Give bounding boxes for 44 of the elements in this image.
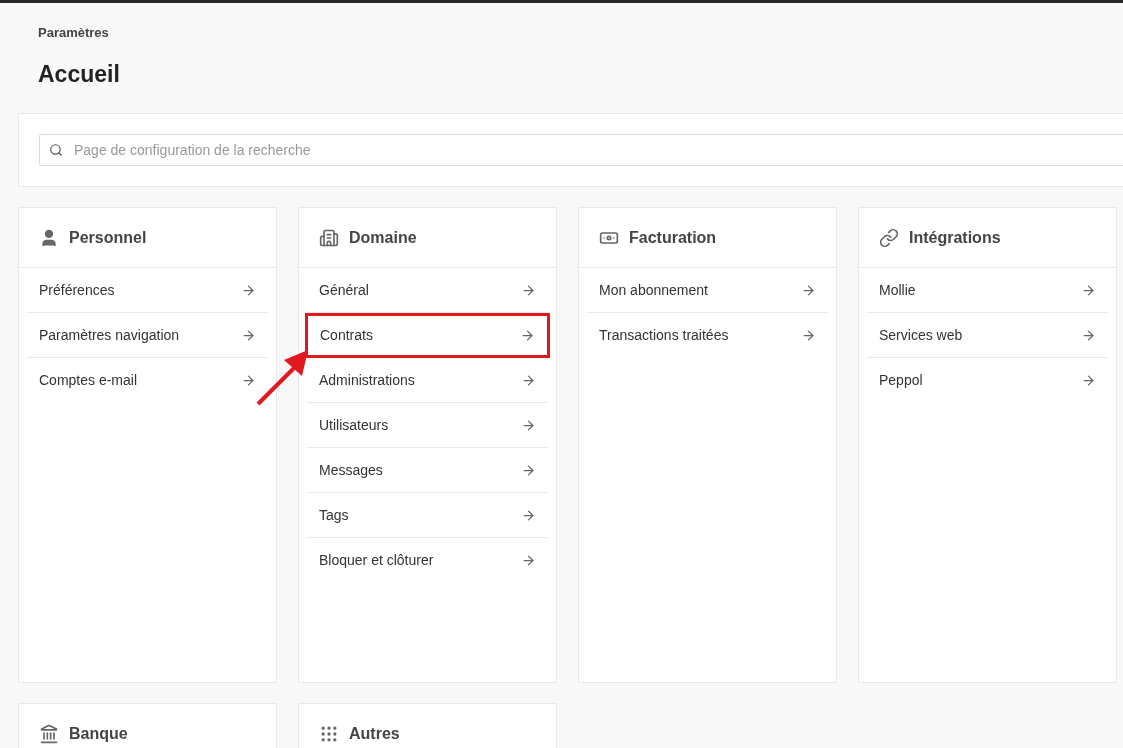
arrow-right-icon [521,417,536,433]
settings-link[interactable]: Utilisateurs [307,403,548,448]
arrow-right-icon [241,282,256,298]
arrow-right-icon [521,282,536,298]
building-icon [319,227,339,248]
search-field[interactable]: Page de configuration de la recherche [39,134,1123,166]
settings-link[interactable]: Paramètres navigation [27,313,268,358]
settings-link[interactable]: Transactions traitées [587,313,828,358]
section-title: Autres [349,723,400,744]
arrow-right-icon [1081,327,1096,343]
settings-link[interactable]: Contrats [305,313,550,358]
link-icon [879,227,899,248]
section-title: Personnel [69,227,147,248]
settings-link[interactable]: Mollie [867,268,1108,313]
page-title: Accueil [38,59,121,89]
settings-link[interactable]: Services web [867,313,1108,358]
arrow-right-icon [1081,373,1096,388]
arrow-right-icon [520,328,535,343]
arrow-right-icon [521,372,536,388]
arrow-right-icon [801,328,816,343]
arrow-right-icon [521,462,536,478]
arrow-right-icon [801,282,816,298]
section-title: Facturation [629,227,717,248]
section-title: Intégrations [909,227,1001,248]
breadcrumb: Paramètres [38,24,110,42]
settings-link[interactable]: Messages [307,448,548,493]
section-title: Banque [69,723,128,744]
settings-link[interactable]: Peppol [867,358,1108,403]
arrow-right-icon [241,373,256,388]
section-title: Domaine [349,227,417,248]
person-icon [39,227,59,248]
bank-icon [39,723,59,744]
settings-link[interactable]: Général [307,268,548,313]
settings-link[interactable]: Mon abonnement [587,268,828,313]
settings-link[interactable]: Administrations [307,358,548,403]
settings-link[interactable]: Comptes e-mail [27,358,268,403]
arrow-right-icon [521,507,536,523]
settings-link[interactable]: Tags [307,493,548,538]
arrow-right-icon [241,327,256,343]
search-icon [49,143,63,157]
arrow-right-icon [521,553,536,568]
settings-link[interactable]: Bloquer et clôturer [307,538,548,583]
arrow-right-icon [1081,282,1096,298]
settings-link[interactable]: Préférences [27,268,268,313]
